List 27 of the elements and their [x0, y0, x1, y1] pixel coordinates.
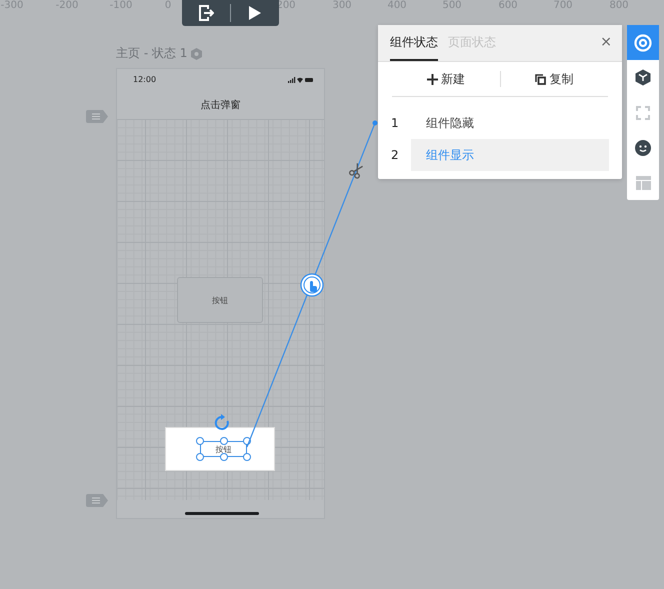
tap-icon[interactable]	[300, 273, 324, 297]
rotate-icon[interactable]	[214, 414, 229, 430]
state-item[interactable]: 组件隐藏	[411, 107, 609, 139]
new-button[interactable]: 新建	[392, 70, 500, 88]
layout-icon	[636, 176, 650, 190]
copy-icon	[535, 74, 546, 84]
cube-icon	[635, 69, 651, 86]
screen-title: 点击弹窗	[200, 98, 242, 112]
frame-icon	[636, 106, 650, 120]
state-number: 2	[391, 148, 400, 162]
copy-button[interactable]: 复制	[500, 70, 608, 88]
tag-icon[interactable]	[86, 494, 108, 507]
canvas-button[interactable]: 按钮	[177, 277, 263, 323]
smiley-icon	[635, 140, 651, 156]
status-icons	[288, 77, 314, 83]
play-icon	[249, 6, 261, 20]
status-time: 12:00	[133, 75, 156, 84]
tag-icon[interactable]	[86, 110, 108, 123]
panel-tab[interactable]: 组件状态	[390, 34, 438, 61]
close-button[interactable]: ×	[600, 34, 612, 50]
scissors-icon[interactable]	[349, 162, 364, 179]
target-icon	[634, 34, 652, 52]
plus-icon	[426, 74, 438, 84]
page-title: 主页 - 状态 1	[116, 45, 188, 62]
state-number: 1	[391, 116, 400, 130]
exit-icon	[198, 5, 214, 21]
connector-dot[interactable]	[372, 120, 378, 126]
